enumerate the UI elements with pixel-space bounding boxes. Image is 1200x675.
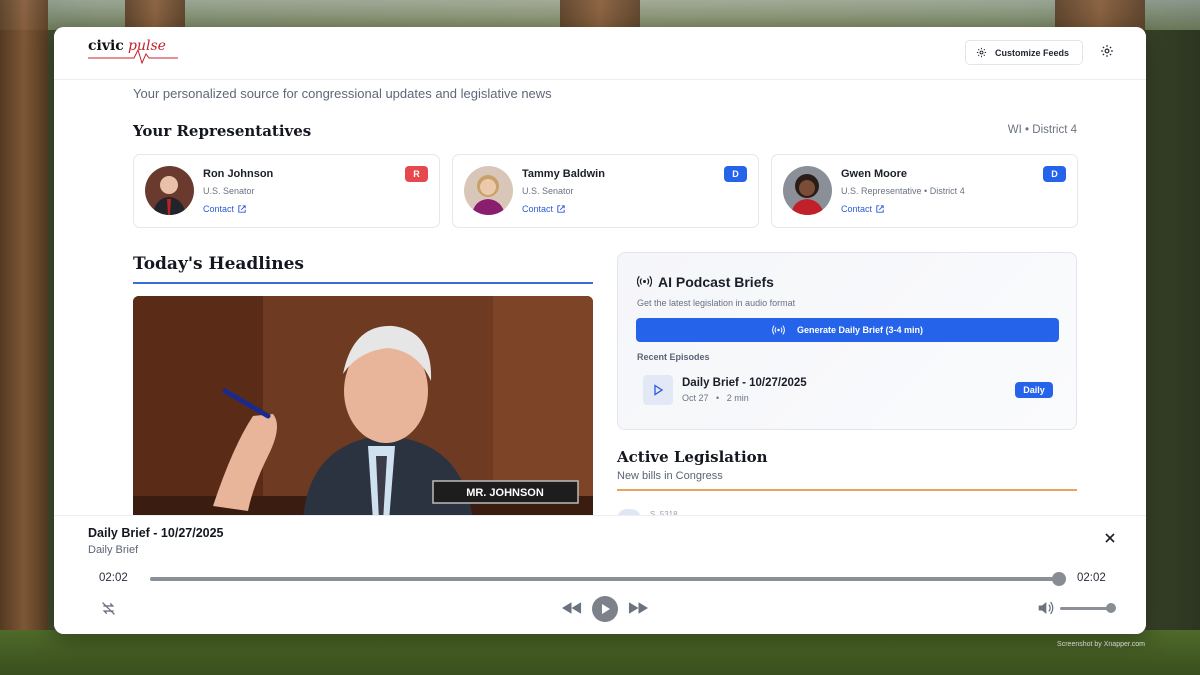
top-bar: civic pulse Customize Feeds bbox=[54, 27, 1146, 80]
episode-date: Oct 27 bbox=[682, 393, 709, 403]
player-subtitle: Daily Brief bbox=[88, 544, 139, 556]
avatar bbox=[464, 166, 513, 215]
rep-title: U.S. Senator bbox=[522, 186, 574, 196]
headline-image[interactable]: MR. JOHNSON bbox=[133, 296, 593, 521]
volume-handle[interactable] bbox=[1106, 603, 1116, 613]
gear-icon bbox=[976, 47, 987, 58]
rewind-icon[interactable] bbox=[561, 601, 582, 615]
episode-duration: 2 min bbox=[726, 393, 749, 403]
screenshot-credit: Screenshot by Xnapper.com bbox=[1057, 641, 1145, 648]
representatives-heading: Your Representatives bbox=[133, 122, 312, 140]
podcast-title: AI Podcast Briefs bbox=[658, 274, 774, 290]
podcast-panel: AI Podcast Briefs Get the latest legisla… bbox=[617, 252, 1077, 430]
rep-card[interactable]: Gwen Moore U.S. Representative • Distric… bbox=[771, 154, 1078, 228]
contact-label: Contact bbox=[841, 204, 873, 214]
volume-slider[interactable] bbox=[1060, 607, 1112, 610]
contact-label: Contact bbox=[203, 204, 235, 214]
legislation-divider bbox=[617, 489, 1077, 491]
episode-title[interactable]: Daily Brief - 10/27/2025 bbox=[682, 377, 807, 389]
gear-icon bbox=[1101, 45, 1113, 57]
rep-name: Tammy Baldwin bbox=[522, 168, 605, 180]
time-elapsed: 02:02 bbox=[99, 572, 128, 584]
episode-meta: Oct 27 • 2 min bbox=[682, 393, 749, 403]
episode-badge: Daily bbox=[1015, 382, 1053, 398]
rep-card[interactable]: Tammy Baldwin U.S. Senator Contact D bbox=[452, 154, 759, 228]
legislation-subtitle: New bills in Congress bbox=[617, 470, 723, 482]
external-link-icon bbox=[876, 205, 884, 213]
headlines-divider bbox=[133, 282, 593, 284]
rep-name: Gwen Moore bbox=[841, 168, 908, 180]
party-badge: R bbox=[405, 166, 428, 182]
party-badge: D bbox=[1043, 166, 1066, 182]
logo[interactable]: civic pulse bbox=[88, 36, 178, 68]
play-icon bbox=[654, 384, 664, 396]
nameplate-text: MR. JOHNSON bbox=[466, 487, 544, 499]
background-ground bbox=[0, 630, 1200, 675]
contact-link[interactable]: Contact bbox=[522, 204, 565, 214]
external-link-icon bbox=[557, 205, 565, 213]
rep-name: Ron Johnson bbox=[203, 168, 274, 180]
external-link-icon bbox=[238, 205, 246, 213]
generate-brief-button[interactable]: Generate Daily Brief (3-4 min) bbox=[636, 318, 1059, 342]
party-badge: D bbox=[724, 166, 747, 182]
fast-forward-icon[interactable] bbox=[628, 601, 649, 615]
app-window: civic pulse Customize Feeds Your persona… bbox=[54, 27, 1146, 634]
player-title: Daily Brief - 10/27/2025 bbox=[88, 526, 224, 540]
settings-button[interactable] bbox=[1100, 44, 1116, 60]
pulse-line-icon bbox=[88, 48, 178, 64]
episode-play-button[interactable] bbox=[643, 375, 673, 405]
headlines-heading: Today's Headlines bbox=[133, 254, 304, 274]
generate-brief-label: Generate Daily Brief (3-4 min) bbox=[796, 325, 924, 335]
customize-feeds-label: Customize Feeds bbox=[995, 47, 1070, 58]
rep-card[interactable]: Ron Johnson U.S. Senator Contact R bbox=[133, 154, 440, 228]
broadcast-icon bbox=[637, 275, 652, 288]
broadcast-icon bbox=[772, 325, 785, 335]
podcast-subtitle: Get the latest legislation in audio form… bbox=[637, 298, 796, 308]
time-total: 02:02 bbox=[1077, 572, 1106, 584]
legislation-heading: Active Legislation bbox=[617, 448, 768, 466]
repeat-off-icon[interactable] bbox=[100, 600, 117, 617]
avatar bbox=[783, 166, 832, 215]
play-button[interactable] bbox=[592, 596, 618, 622]
play-icon bbox=[602, 604, 610, 614]
contact-label: Contact bbox=[522, 204, 554, 214]
rep-title: U.S. Representative • District 4 bbox=[841, 186, 965, 196]
meta-separator: • bbox=[711, 393, 725, 403]
rep-title: U.S. Senator bbox=[203, 186, 255, 196]
customize-feeds-button[interactable]: Customize Feeds bbox=[965, 40, 1083, 65]
recent-episodes-label: Recent Episodes bbox=[637, 352, 710, 362]
contact-link[interactable]: Contact bbox=[841, 204, 884, 214]
background-tree bbox=[0, 0, 48, 675]
contact-link[interactable]: Contact bbox=[203, 204, 246, 214]
volume-icon[interactable] bbox=[1037, 600, 1054, 616]
district-label: WI • District 4 bbox=[1007, 124, 1077, 136]
avatar bbox=[145, 166, 194, 215]
page-subtitle: Your personalized source for congression… bbox=[133, 86, 552, 101]
close-icon[interactable] bbox=[1104, 532, 1116, 544]
progress-bar[interactable] bbox=[150, 577, 1060, 581]
audio-player: Daily Brief - 10/27/2025 Daily Brief 02:… bbox=[54, 515, 1146, 634]
progress-handle[interactable] bbox=[1052, 572, 1066, 586]
